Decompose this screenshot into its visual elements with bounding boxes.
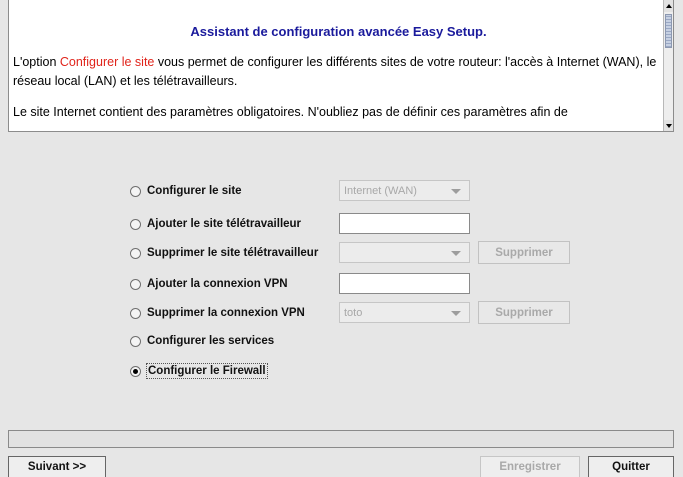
vpn-select-combo[interactable]: toto — [339, 302, 470, 323]
option-remove-teleworker[interactable]: Supprimer le site télétravailleur — [130, 242, 319, 264]
scroll-up-arrow-icon[interactable] — [664, 0, 673, 12]
option-configure-site[interactable]: Configurer le site — [130, 180, 243, 202]
chevron-down-icon — [451, 189, 461, 194]
label-add-teleworker[interactable]: Ajouter le site télétravailleur — [146, 217, 302, 231]
quit-button[interactable]: Quitter — [588, 456, 674, 477]
chevron-down-icon — [451, 311, 461, 316]
option-remove-vpn[interactable]: Supprimer la connexion VPN — [130, 302, 306, 324]
vpn-name-input[interactable] — [339, 273, 470, 294]
radio-remove-vpn[interactable] — [130, 307, 141, 319]
save-button[interactable]: Enregistrer — [480, 456, 580, 477]
info-title: Assistant de configuration avancée Easy … — [190, 24, 487, 39]
teleworker-name-input[interactable] — [339, 213, 470, 234]
configure-site-link: Configurer le site — [59, 55, 155, 69]
info-content: Assistant de configuration avancée Easy … — [9, 0, 668, 131]
radio-configure-site[interactable] — [130, 185, 141, 197]
vpn-select-value: toto — [344, 306, 363, 319]
para1-prefix: L'option — [13, 55, 60, 69]
option-add-vpn[interactable]: Ajouter la connexion VPN — [130, 273, 289, 295]
radio-add-vpn[interactable] — [130, 278, 141, 290]
label-remove-teleworker[interactable]: Supprimer le site télétravailleur — [146, 246, 319, 260]
status-bar — [8, 430, 674, 448]
radio-configure-services[interactable] — [130, 335, 141, 347]
scroll-thumb[interactable] — [665, 14, 672, 48]
info-paragraph-1: L'option Configurer le site vous permet … — [13, 53, 664, 91]
next-button[interactable]: Suivant >> — [8, 456, 106, 477]
label-configure-services[interactable]: Configurer les services — [146, 334, 275, 348]
info-paragraph-2: Le site Internet contient des paramètres… — [13, 105, 568, 119]
radio-configure-firewall[interactable] — [130, 365, 141, 377]
radio-remove-teleworker[interactable] — [130, 247, 141, 259]
site-select-combo[interactable]: Internet (WAN) — [339, 180, 470, 201]
chevron-down-icon — [451, 251, 461, 256]
label-configure-firewall[interactable]: Configurer le Firewall — [146, 363, 268, 379]
option-add-teleworker[interactable]: Ajouter le site télétravailleur — [130, 213, 302, 235]
option-configure-firewall[interactable]: Configurer le Firewall — [130, 360, 268, 382]
info-scrollbar[interactable] — [663, 0, 673, 131]
teleworker-select-combo[interactable] — [339, 242, 470, 263]
option-configure-services[interactable]: Configurer les services — [130, 330, 275, 352]
radio-add-teleworker[interactable] — [130, 218, 141, 230]
info-text-panel: Assistant de configuration avancée Easy … — [8, 0, 674, 132]
label-add-vpn[interactable]: Ajouter la connexion VPN — [146, 277, 289, 291]
label-configure-site[interactable]: Configurer le site — [146, 184, 243, 198]
label-remove-vpn[interactable]: Supprimer la connexion VPN — [146, 306, 306, 320]
easy-setup-window: Assistant de configuration avancée Easy … — [0, 0, 683, 477]
remove-teleworker-button[interactable]: Supprimer — [478, 241, 570, 264]
remove-vpn-button[interactable]: Supprimer — [478, 301, 570, 324]
site-select-value: Internet (WAN) — [344, 184, 417, 197]
scroll-down-arrow-icon[interactable] — [664, 120, 673, 131]
